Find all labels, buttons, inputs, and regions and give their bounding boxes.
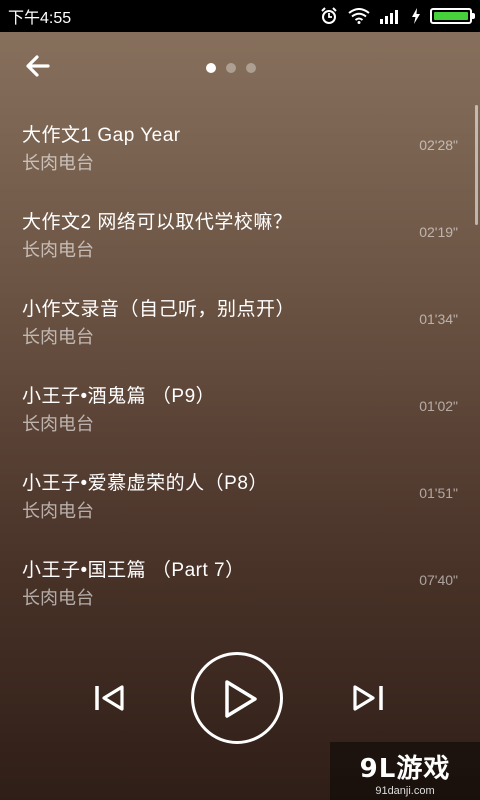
- track-title: 大作文1 Gap Year: [22, 125, 181, 146]
- status-icons: [320, 7, 475, 25]
- track-item[interactable]: 小王子•酒鬼篇 （P9） 长肉电台 01'02": [0, 363, 480, 450]
- charging-icon: [412, 8, 420, 24]
- track-item[interactable]: 小作文录音（自己听，别点开） 长肉电台 01'34": [0, 276, 480, 363]
- back-button[interactable]: [20, 50, 56, 86]
- watermark-brand: 9L游戏: [359, 754, 451, 784]
- signal-icon: [380, 10, 398, 24]
- track-title: 小王子•酒鬼篇 （P9）: [22, 386, 216, 407]
- track-artist: 长肉电台: [22, 327, 94, 347]
- top-bar: [0, 32, 480, 102]
- track-item[interactable]: 大作文1 Gap Year 长肉电台 02'28": [0, 102, 480, 189]
- back-arrow-icon: [26, 55, 50, 77]
- battery-icon: [430, 8, 475, 24]
- track-list[interactable]: 大作文1 Gap Year 长肉电台 02'28" 大作文2 网络可以取代学校嘛…: [0, 102, 480, 622]
- track-duration: 07'40": [419, 572, 458, 588]
- track-item[interactable]: 小王子•国王篇 （Part 7） 长肉电台 07'40": [0, 537, 480, 624]
- track-duration: 01'51": [419, 485, 458, 501]
- status-time: 下午4:55: [8, 10, 72, 27]
- skip-previous-icon: [95, 685, 124, 711]
- page-dot-2[interactable]: [226, 63, 236, 73]
- page-dot-3[interactable]: [246, 63, 256, 73]
- track-duration: 01'02": [419, 398, 458, 414]
- battery-level: [434, 12, 468, 20]
- list-scrollbar[interactable]: [475, 105, 478, 225]
- previous-button[interactable]: [92, 680, 128, 716]
- track-item[interactable]: 大作文2 网络可以取代学校嘛？ 长肉电台 02'19": [0, 189, 480, 276]
- track-title: 小作文录音（自己听，别点开）: [22, 299, 296, 320]
- page-indicator: [206, 63, 256, 73]
- play-icon: [225, 680, 257, 718]
- track-duration: 02'28": [419, 137, 458, 153]
- track-title: 大作文2 网络可以取代学校嘛？: [22, 212, 293, 233]
- play-button[interactable]: [191, 652, 283, 744]
- wifi-icon: [348, 8, 370, 24]
- track-duration: 02'19": [419, 224, 458, 240]
- track-artist: 长肉电台: [22, 153, 94, 173]
- alarm-icon: [321, 7, 337, 24]
- playback-controls: [0, 650, 480, 746]
- track-artist: 长肉电台: [22, 240, 94, 260]
- track-item[interactable]: 小王子•爱慕虚荣的人（P8） 长肉电台 01'51": [0, 450, 480, 537]
- track-artist: 长肉电台: [22, 501, 94, 521]
- skip-next-icon: [353, 685, 383, 711]
- track-artist: 长肉电台: [22, 588, 94, 608]
- page-dot-1[interactable]: [206, 63, 216, 73]
- track-artist: 长肉电台: [22, 414, 94, 434]
- watermark-url: 91danji.com: [375, 785, 435, 797]
- track-title: 小王子•爱慕虚荣的人（P8）: [22, 473, 268, 494]
- status-bar: 下午4:55: [0, 0, 480, 32]
- watermark: 9L游戏 91danji.com: [330, 742, 480, 800]
- track-duration: 01'34": [419, 311, 458, 327]
- next-button[interactable]: [350, 680, 386, 716]
- track-title: 小王子•国王篇 （Part 7）: [22, 560, 245, 581]
